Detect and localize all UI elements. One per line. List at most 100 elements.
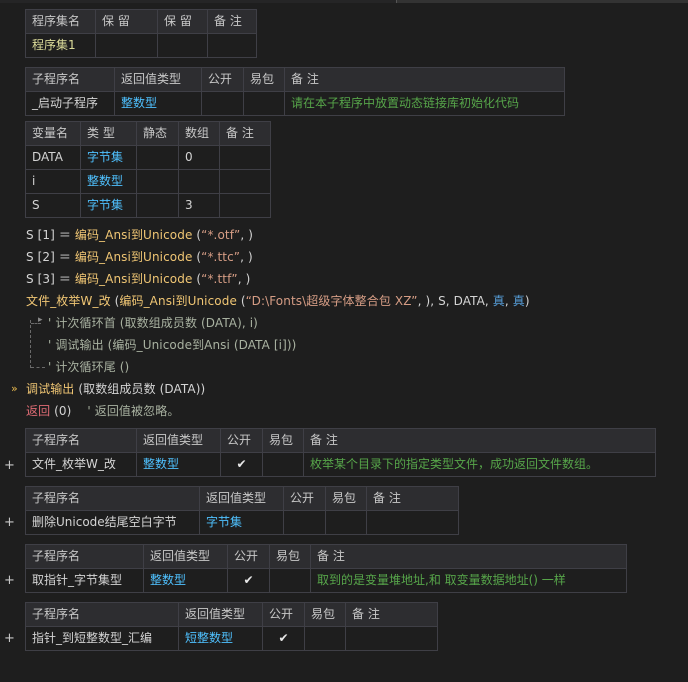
assembly-name[interactable]: 程序集1 (25, 33, 96, 58)
function-call: 调试输出 (26, 382, 75, 396)
variable-static[interactable] (136, 145, 179, 170)
subroutine-row[interactable]: 取指针_字节集型 整数型 ✔ 取到的是变量堆地址,和 取变量数据地址() 一样 (25, 568, 627, 593)
variable-note[interactable] (219, 193, 271, 218)
variable-array[interactable]: 0 (178, 145, 220, 170)
public-check-icon[interactable]: ✔ (227, 568, 270, 593)
cell[interactable] (95, 33, 158, 58)
subroutine-row[interactable]: 指针_到短整数型_汇编 短整数型 ✔ (25, 626, 438, 651)
code-text: , ) (240, 250, 253, 264)
header-cell: 备 注 (310, 544, 627, 569)
return-type[interactable]: 整数型 (136, 452, 221, 477)
subroutine-note[interactable]: 枚举某个目录下的指定类型文件，成功返回文件数组。 (303, 452, 656, 477)
variable-note[interactable] (219, 169, 271, 194)
easy-flag[interactable] (269, 568, 311, 593)
header-cell: 子程序名 (25, 428, 137, 453)
easy-flag[interactable] (243, 91, 285, 116)
subroutine-note[interactable] (345, 626, 438, 651)
code-text: (取数组成员数 (DATA)) (74, 382, 206, 396)
subroutine-name[interactable]: 取指针_字节集型 (25, 568, 144, 593)
easy-flag[interactable] (262, 452, 304, 477)
variable-name[interactable]: S (25, 193, 81, 218)
expand-plus-icon[interactable]: + (4, 458, 15, 473)
subroutine-name[interactable]: 指针_到短整数型_汇编 (25, 626, 179, 651)
header-cell: 易包 (269, 544, 311, 569)
header-cell: 备 注 (345, 602, 438, 627)
variable-row[interactable]: S 字节集 3 (25, 193, 271, 218)
variable-row[interactable]: i 整数型 (25, 169, 271, 194)
variable-array[interactable] (178, 169, 220, 194)
subroutine-row[interactable]: _启动子程序 整数型 请在本子程序中放置动态链接库初始化代码 (25, 91, 565, 116)
subroutine-table: 子程序名 返回值类型 公开 易包 备 注 删除Unicode结尾空白字节 字节集 (25, 486, 459, 535)
subroutine-header-row: 子程序名 返回值类型 公开 易包 备 注 (25, 486, 459, 511)
cell[interactable] (207, 33, 257, 58)
easy-flag[interactable] (304, 626, 346, 651)
expand-plus-icon[interactable]: + (4, 573, 15, 588)
variable-static[interactable] (136, 193, 179, 218)
subroutine-name[interactable]: 删除Unicode结尾空白字节 (25, 510, 200, 535)
subroutine-row[interactable]: 删除Unicode结尾空白字节 字节集 (25, 510, 459, 535)
public-flag[interactable] (283, 510, 326, 535)
variable-name[interactable]: i (25, 169, 81, 194)
string-literal: “*.ttf” (201, 272, 238, 286)
breakpoint-arrow-icon[interactable]: » (11, 382, 18, 395)
return-type[interactable]: 短整数型 (178, 626, 263, 651)
header-cell: 公开 (220, 428, 263, 453)
header-cell: 变量名 (25, 121, 81, 146)
header-cell: 备 注 (366, 486, 459, 511)
code-line[interactable]: 调试输出 (取数组成员数 (DATA)) (26, 379, 205, 399)
cell[interactable] (157, 33, 208, 58)
assembly-row[interactable]: 程序集1 (25, 33, 257, 58)
code-line-comment[interactable]: ' 调试输出 (编码_Unicode到Ansi (DATA [i])) (48, 335, 296, 355)
return-type[interactable]: 整数型 (143, 568, 228, 593)
variable-type[interactable]: 字节集 (80, 145, 137, 170)
code-line-comment[interactable]: ' 计次循环首 (取数组成员数 (DATA), i) (48, 313, 258, 333)
return-type[interactable]: 字节集 (199, 510, 284, 535)
header-cell: 易包 (325, 486, 367, 511)
header-cell: 公开 (283, 486, 326, 511)
subroutine-row[interactable]: 文件_枚举W_改 整数型 ✔ 枚举某个目录下的指定类型文件，成功返回文件数组。 (25, 452, 656, 477)
code-comment: ' 返回值被忽略。 (87, 404, 180, 418)
header-cell: 返回值类型 (199, 486, 284, 511)
assembly-header-row: 程序集名 保 留 保 留 备 注 (25, 9, 257, 34)
variable-note[interactable] (219, 145, 271, 170)
subroutine-name[interactable]: 文件_枚举W_改 (25, 452, 137, 477)
code-line[interactable]: S [1] ＝ 编码_Ansi到Unicode (“*.otf”, ) (26, 225, 253, 245)
subroutine-table: 子程序名 返回值类型 公开 易包 备 注 指针_到短整数型_汇编 短整数型 ✔ (25, 602, 438, 651)
return-type[interactable]: 整数型 (114, 91, 202, 116)
public-flag[interactable] (201, 91, 244, 116)
header-cell: 易包 (304, 602, 346, 627)
easy-flag[interactable] (325, 510, 367, 535)
variable-row[interactable]: DATA 字节集 0 (25, 145, 271, 170)
variable-type[interactable]: 字节集 (80, 193, 137, 218)
string-literal: “*.ttc” (201, 250, 241, 264)
header-cell: 易包 (262, 428, 304, 453)
loop-arrow-icon: ▸ (38, 315, 43, 325)
expand-plus-icon[interactable]: + (4, 631, 15, 646)
header-cell: 公开 (262, 602, 305, 627)
subroutine-name[interactable]: _启动子程序 (25, 91, 115, 116)
variable-type[interactable]: 整数型 (80, 169, 137, 194)
variable-array[interactable]: 3 (178, 193, 220, 218)
variable-name[interactable]: DATA (25, 145, 81, 170)
header-cell: 子程序名 (25, 486, 200, 511)
code-line[interactable]: 返回 (0) ' 返回值被忽略。 (26, 401, 179, 421)
code-line[interactable]: S [2] ＝ 编码_Ansi到Unicode (“*.ttc”, ) (26, 247, 253, 267)
header-cell: 备 注 (284, 67, 565, 92)
variable-static[interactable] (136, 169, 179, 194)
subroutine-note[interactable] (366, 510, 459, 535)
public-check-icon[interactable]: ✔ (262, 626, 305, 651)
subroutine-note[interactable]: 取到的是变量堆地址,和 取变量数据地址() 一样 (310, 568, 627, 593)
subroutine-header-row: 子程序名 返回值类型 公开 易包 备 注 (25, 428, 656, 453)
code-text: ) (524, 294, 530, 308)
subroutine-note[interactable]: 请在本子程序中放置动态链接库初始化代码 (284, 91, 565, 116)
code-line[interactable]: S [3] ＝ 编码_Ansi到Unicode (“*.ttf”, ) (26, 269, 250, 289)
header-cell: 备 注 (207, 9, 257, 34)
public-check-icon[interactable]: ✔ (220, 452, 263, 477)
expand-plus-icon[interactable]: + (4, 515, 15, 530)
variable-header-row: 变量名 类 型 静态 数组 备 注 (25, 121, 271, 146)
code-text: ( (192, 250, 202, 264)
code-line-comment[interactable]: ' 计次循环尾 () (48, 357, 129, 377)
code-line[interactable]: 文件_枚举W_改 (编码_Ansi到Unicode (“D:\Fonts\超级字… (26, 291, 530, 311)
subroutine-header-row: 子程序名 返回值类型 公开 易包 备 注 (25, 67, 565, 92)
editor-tab[interactable] (396, 0, 688, 3)
